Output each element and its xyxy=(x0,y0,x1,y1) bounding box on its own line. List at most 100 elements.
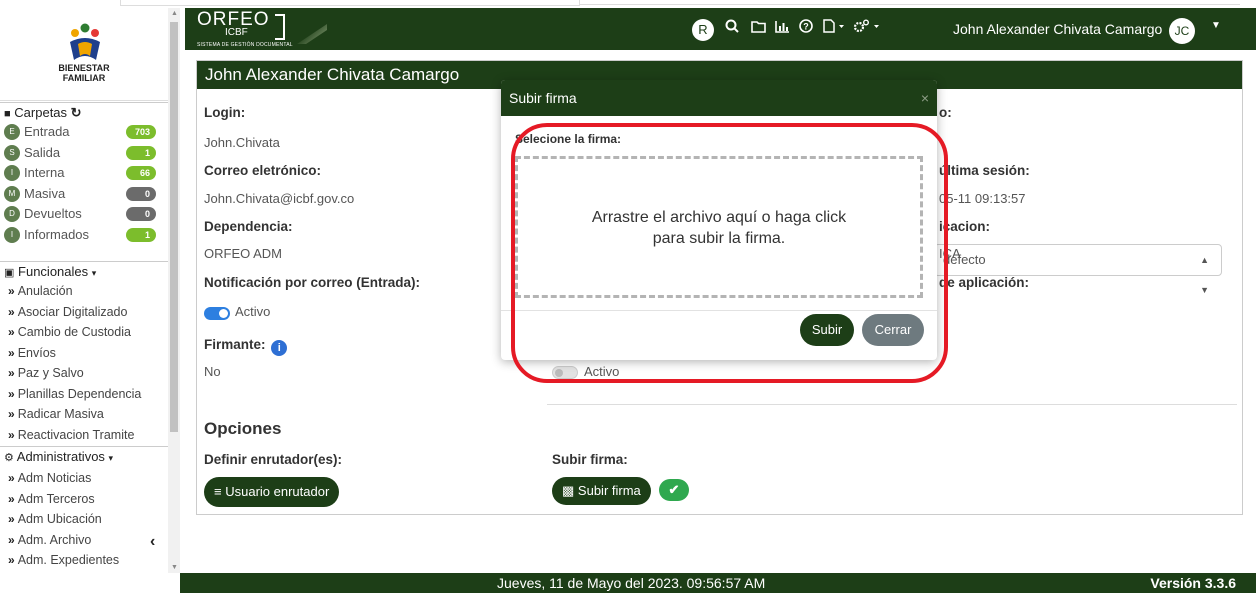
r-badge[interactable]: R xyxy=(692,19,714,41)
administrativos-item[interactable]: » Adm Ubicación xyxy=(0,509,168,529)
double-chevron-icon: » xyxy=(8,304,15,319)
info-icon[interactable]: i xyxy=(271,340,288,356)
subir-firma-button[interactable]: ▩ Subir firma xyxy=(552,477,651,505)
funcionales-item-label: Reactivacion Tramite xyxy=(17,427,135,442)
bienestar-logo[interactable]: BIENESTAR FAMILIAR xyxy=(0,8,168,101)
chart-icon[interactable] xyxy=(775,19,790,39)
settings-icon[interactable] xyxy=(853,19,881,39)
funcionales-item-label: Envíos xyxy=(17,345,56,360)
funcionales-item-label: Anulación xyxy=(17,284,73,298)
folder-count-badge: 0 xyxy=(126,207,156,221)
folder-label: Interna xyxy=(24,165,65,180)
check-icon[interactable]: ✔ xyxy=(659,479,689,501)
file-dropzone[interactable]: Arrastre el archivo aquí o haga click pa… xyxy=(515,156,923,298)
funcionales-label: Funcionales xyxy=(18,264,89,279)
funcionales-item[interactable]: » Planillas Dependencia xyxy=(0,384,168,404)
top-fragment-box xyxy=(120,0,580,6)
cerrar-button[interactable]: Cerrar xyxy=(862,314,924,346)
select-arrows-icon: ▲ ▼ xyxy=(1200,255,1209,295)
login-value: John.Chivata xyxy=(204,135,280,150)
search-icon[interactable] xyxy=(725,19,739,39)
double-chevron-icon: » xyxy=(8,427,15,442)
folder-letter-badge: S xyxy=(4,144,20,161)
opciones-heading: Opciones xyxy=(204,419,282,438)
folder-item[interactable]: E Entrada 703 xyxy=(0,122,168,142)
folder-item[interactable]: D Devueltos 0 xyxy=(0,204,168,224)
sidebar: BIENESTAR FAMILIAR ■ Carpetas ↻ E Entrada… xyxy=(0,8,180,573)
modal-footer-divider xyxy=(501,310,937,311)
folder-item[interactable]: M Masiva 0 xyxy=(0,184,168,204)
scrollbar-thumb[interactable] xyxy=(170,22,178,432)
administrativos-header[interactable]: ⚙ Administrativos ▾ xyxy=(0,446,168,466)
refresh-icon[interactable]: ↻ xyxy=(71,105,82,120)
administrativos-item-label: Adm Terceros xyxy=(17,491,95,506)
funcionales-item[interactable]: » Cambio de Custodia xyxy=(0,322,168,342)
scroll-up-icon[interactable]: ▲ xyxy=(171,10,178,17)
document-icon[interactable] xyxy=(823,19,845,39)
user-name[interactable]: John Alexander Chivata Camargo xyxy=(953,21,1162,37)
folder-count-badge: 66 xyxy=(126,166,156,180)
sidebar-scrollbar[interactable]: ▲ ▼ xyxy=(168,8,180,573)
folder-icon: ■ xyxy=(4,108,11,120)
administrativos-item[interactable]: » Adm Noticias xyxy=(0,468,168,488)
funcionales-item-label: Paz y Salvo xyxy=(17,366,84,380)
folder-label: Salida xyxy=(24,144,61,160)
caret-down-icon: ▾ xyxy=(91,268,97,278)
modal-header: Subir firma × xyxy=(501,80,937,116)
avatar[interactable]: JC xyxy=(1169,18,1195,44)
folder-item[interactable]: S Salida 1 xyxy=(0,143,168,163)
app-default-select[interactable]: defecto ▲ ▼ xyxy=(934,244,1222,295)
app-default-label: de aplicación: xyxy=(939,275,1030,290)
collapse-sidebar-icon[interactable]: ‹ xyxy=(150,533,155,551)
footer-version: Versión 3.3.6 xyxy=(1150,575,1236,591)
signpost-icon: ≡ xyxy=(214,484,222,499)
help-icon[interactable]: ? xyxy=(799,19,813,39)
double-chevron-icon: » xyxy=(8,491,15,506)
administrativos-item[interactable]: » Adm. Archivo xyxy=(0,530,168,550)
section-divider xyxy=(547,404,1237,405)
folder-label: Entrada xyxy=(24,124,70,139)
top-fragment xyxy=(0,0,1256,8)
subir-button[interactable]: Subir xyxy=(800,314,854,346)
funcionales-item[interactable]: » Anulación xyxy=(0,281,168,301)
close-icon[interactable]: × xyxy=(921,80,929,116)
scroll-down-icon[interactable]: ▼ xyxy=(171,564,178,571)
svg-text:?: ? xyxy=(803,22,809,32)
funcionales-item[interactable]: » Radicar Masiva xyxy=(0,404,168,424)
folder-label: Devueltos xyxy=(24,206,82,221)
enrutador-label: Definir enrutador(es): xyxy=(204,452,343,467)
carpetas-header[interactable]: ■ Carpetas ↻ xyxy=(0,102,168,122)
folder-icon[interactable] xyxy=(751,19,766,39)
subir-firma-button-label: Subir firma xyxy=(577,483,641,498)
double-chevron-icon: » xyxy=(8,512,15,526)
last-session-label: última sesión: xyxy=(939,163,1030,178)
funcionales-item-label: Cambio de Custodia xyxy=(17,325,131,339)
caret-down-icon: ▾ xyxy=(108,453,114,463)
logo-text-line1: BIENESTAR xyxy=(58,63,110,73)
usuario-enrutador-button[interactable]: ≡ Usuario enrutador xyxy=(204,477,340,507)
funcionales-item[interactable]: » Paz y Salvo xyxy=(0,363,168,383)
folder-item[interactable]: I Interna 66 xyxy=(0,163,168,183)
dropzone-text-line1: Arrastre el archivo aquí o haga click xyxy=(591,209,847,226)
second-toggle[interactable] xyxy=(552,366,578,379)
email-label: Correo eletrónico: xyxy=(204,163,322,178)
dependencia-label: Dependencia: xyxy=(204,219,293,234)
administrativos-item[interactable]: » Adm. Expedientes xyxy=(0,550,168,570)
funcionales-item[interactable]: » Asociar Digitalizado xyxy=(0,302,168,322)
orfeo-brand[interactable]: ORFEO ICBF SISTEMA DE GESTIÓN DOCUMENTAL xyxy=(197,10,327,48)
caret-down-icon[interactable]: ▼ xyxy=(1211,20,1221,31)
folder-letter-badge: M xyxy=(4,185,20,202)
double-chevron-icon: » xyxy=(8,345,15,360)
administrativos-item[interactable]: » Adm Terceros xyxy=(0,489,168,509)
funcionales-header[interactable]: ▣ Funcionales ▾ xyxy=(0,261,168,281)
administrativos-item-label: Adm. Expedientes xyxy=(17,553,120,567)
funcionales-item[interactable]: » Reactivacion Tramite xyxy=(0,425,168,445)
funcionales-item-label: Radicar Masiva xyxy=(17,407,104,421)
modal-title: Subir firma xyxy=(509,90,577,106)
folder-item[interactable]: I Informados 1 xyxy=(0,225,168,245)
dropzone-text-line2: para subir la firma. xyxy=(652,230,786,247)
funcionales-item[interactable]: » Envíos xyxy=(0,343,168,363)
double-chevron-icon: » xyxy=(8,325,15,339)
notification-toggle[interactable] xyxy=(204,307,230,320)
firmante-value: No xyxy=(204,364,221,379)
